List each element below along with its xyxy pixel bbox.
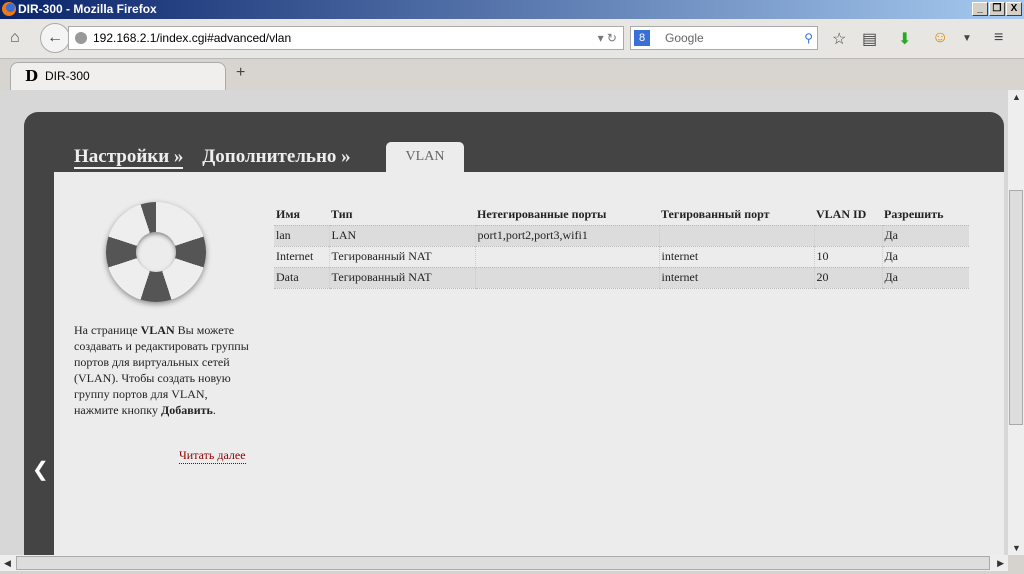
- search-icon[interactable]: ⚲: [804, 27, 813, 49]
- horizontal-scrollbar[interactable]: ◀ ▶: [0, 555, 1008, 571]
- tab-vlan[interactable]: VLAN: [386, 142, 464, 172]
- cell: Да: [881, 224, 969, 246]
- breadcrumb-advanced[interactable]: Дополнительно »: [202, 146, 351, 167]
- read-more-link[interactable]: Читать далее: [179, 448, 246, 464]
- cell: internet: [658, 245, 814, 267]
- scroll-up-icon[interactable]: ▲: [1012, 92, 1021, 102]
- col-vlanid: VLAN ID: [816, 207, 867, 222]
- minimize-button[interactable]: _: [972, 2, 988, 16]
- new-tab-button[interactable]: +: [236, 64, 245, 82]
- col-untagged: Нетегированные порты: [477, 207, 607, 222]
- menu-icon[interactable]: ≡: [994, 29, 1003, 47]
- home-icon[interactable]: ⌂: [10, 29, 20, 47]
- cell: [658, 224, 814, 246]
- table-row[interactable]: Internet Тегированный NAT internet 10 Да: [274, 245, 969, 267]
- breadcrumb: Настройки » Дополнительно »: [74, 146, 365, 169]
- back-arrow-icon[interactable]: ❮: [32, 457, 49, 482]
- tab-title: DIR-300: [45, 69, 90, 83]
- close-button[interactable]: X: [1006, 2, 1022, 16]
- firefox-icon: [2, 2, 16, 16]
- table-row[interactable]: lan LAN port1,port2,port3,wifi1 Да: [274, 224, 969, 246]
- content-area: На странице VLAN Вы можете создавать и р…: [54, 172, 1004, 555]
- cell: [474, 266, 659, 289]
- window-titlebar: DIR-300 - Mozilla Firefox _ ❐ X: [0, 0, 1024, 19]
- vertical-scrollbar[interactable]: ▲ ▼: [1008, 90, 1024, 555]
- addon-dropdown-icon[interactable]: ▼: [962, 33, 972, 44]
- url-bar[interactable]: 192.168.2.1/index.cgi#advanced/vlan ▾ ↻: [68, 26, 624, 50]
- col-tagged: Тегированный порт: [661, 207, 770, 222]
- cell: port1,port2,port3,wifi1: [474, 224, 659, 246]
- back-button[interactable]: ←: [40, 23, 70, 53]
- table-row[interactable]: Data Тегированный NAT internet 20 Да: [274, 266, 969, 289]
- restore-button[interactable]: ❐: [989, 2, 1005, 16]
- cell: 20: [813, 266, 882, 289]
- col-type: Тип: [331, 207, 353, 222]
- bookmarks-menu-icon[interactable]: ▤: [862, 29, 877, 49]
- search-placeholder: Google: [665, 31, 704, 45]
- tab-bar: D DIR-300 +: [0, 60, 1024, 90]
- globe-icon: [75, 32, 87, 44]
- addon-icon[interactable]: ☺: [932, 29, 948, 47]
- reload-icon[interactable]: ▾ ↻: [598, 27, 617, 49]
- url-text: 192.168.2.1/index.cgi#advanced/vlan: [93, 31, 292, 45]
- cell: Тегированный NAT: [328, 266, 475, 289]
- download-icon[interactable]: ⬇: [898, 29, 911, 49]
- page-viewport: Настройки » Дополнительно » VLAN ❮ На ст…: [0, 90, 1008, 555]
- cell: LAN: [328, 224, 475, 246]
- cell: Да: [881, 245, 969, 267]
- cell: lan: [274, 224, 329, 246]
- cell: 10: [813, 245, 882, 267]
- horizontal-scroll-thumb[interactable]: [16, 556, 990, 570]
- cell: Data: [274, 266, 329, 289]
- col-name: Имя: [276, 207, 300, 222]
- breadcrumb-settings[interactable]: Настройки »: [74, 146, 184, 169]
- vlan-table: Имя Тип Нетегированные порты Тегированны…: [274, 205, 969, 289]
- nav-toolbar: ⌂ ← 192.168.2.1/index.cgi#advanced/vlan …: [0, 19, 1024, 59]
- help-text: На странице VLAN Вы можете создавать и р…: [74, 323, 249, 417]
- cell: internet: [658, 266, 814, 289]
- vertical-scroll-thumb[interactable]: [1009, 190, 1023, 425]
- google-icon: 8: [634, 30, 650, 46]
- dlink-logo-icon: D: [25, 67, 39, 85]
- scroll-left-icon[interactable]: ◀: [4, 558, 11, 569]
- scroll-right-icon[interactable]: ▶: [997, 558, 1004, 569]
- lifebuoy-icon: [106, 202, 206, 302]
- cell: [813, 224, 882, 246]
- bookmark-star-icon[interactable]: ☆: [832, 29, 846, 49]
- tab-dir300[interactable]: D DIR-300: [10, 62, 226, 90]
- search-input[interactable]: 8 Google ⚲: [630, 26, 818, 50]
- scroll-down-icon[interactable]: ▼: [1012, 543, 1021, 553]
- cell: [474, 245, 659, 267]
- main-panel: Настройки » Дополнительно » VLAN ❮ На ст…: [24, 112, 1004, 555]
- cell: Да: [881, 266, 969, 289]
- cell: Тегированный NAT: [328, 245, 475, 267]
- cell: Internet: [274, 245, 329, 267]
- window-title: DIR-300 - Mozilla Firefox: [18, 2, 157, 16]
- col-enable: Разрешить: [884, 207, 944, 222]
